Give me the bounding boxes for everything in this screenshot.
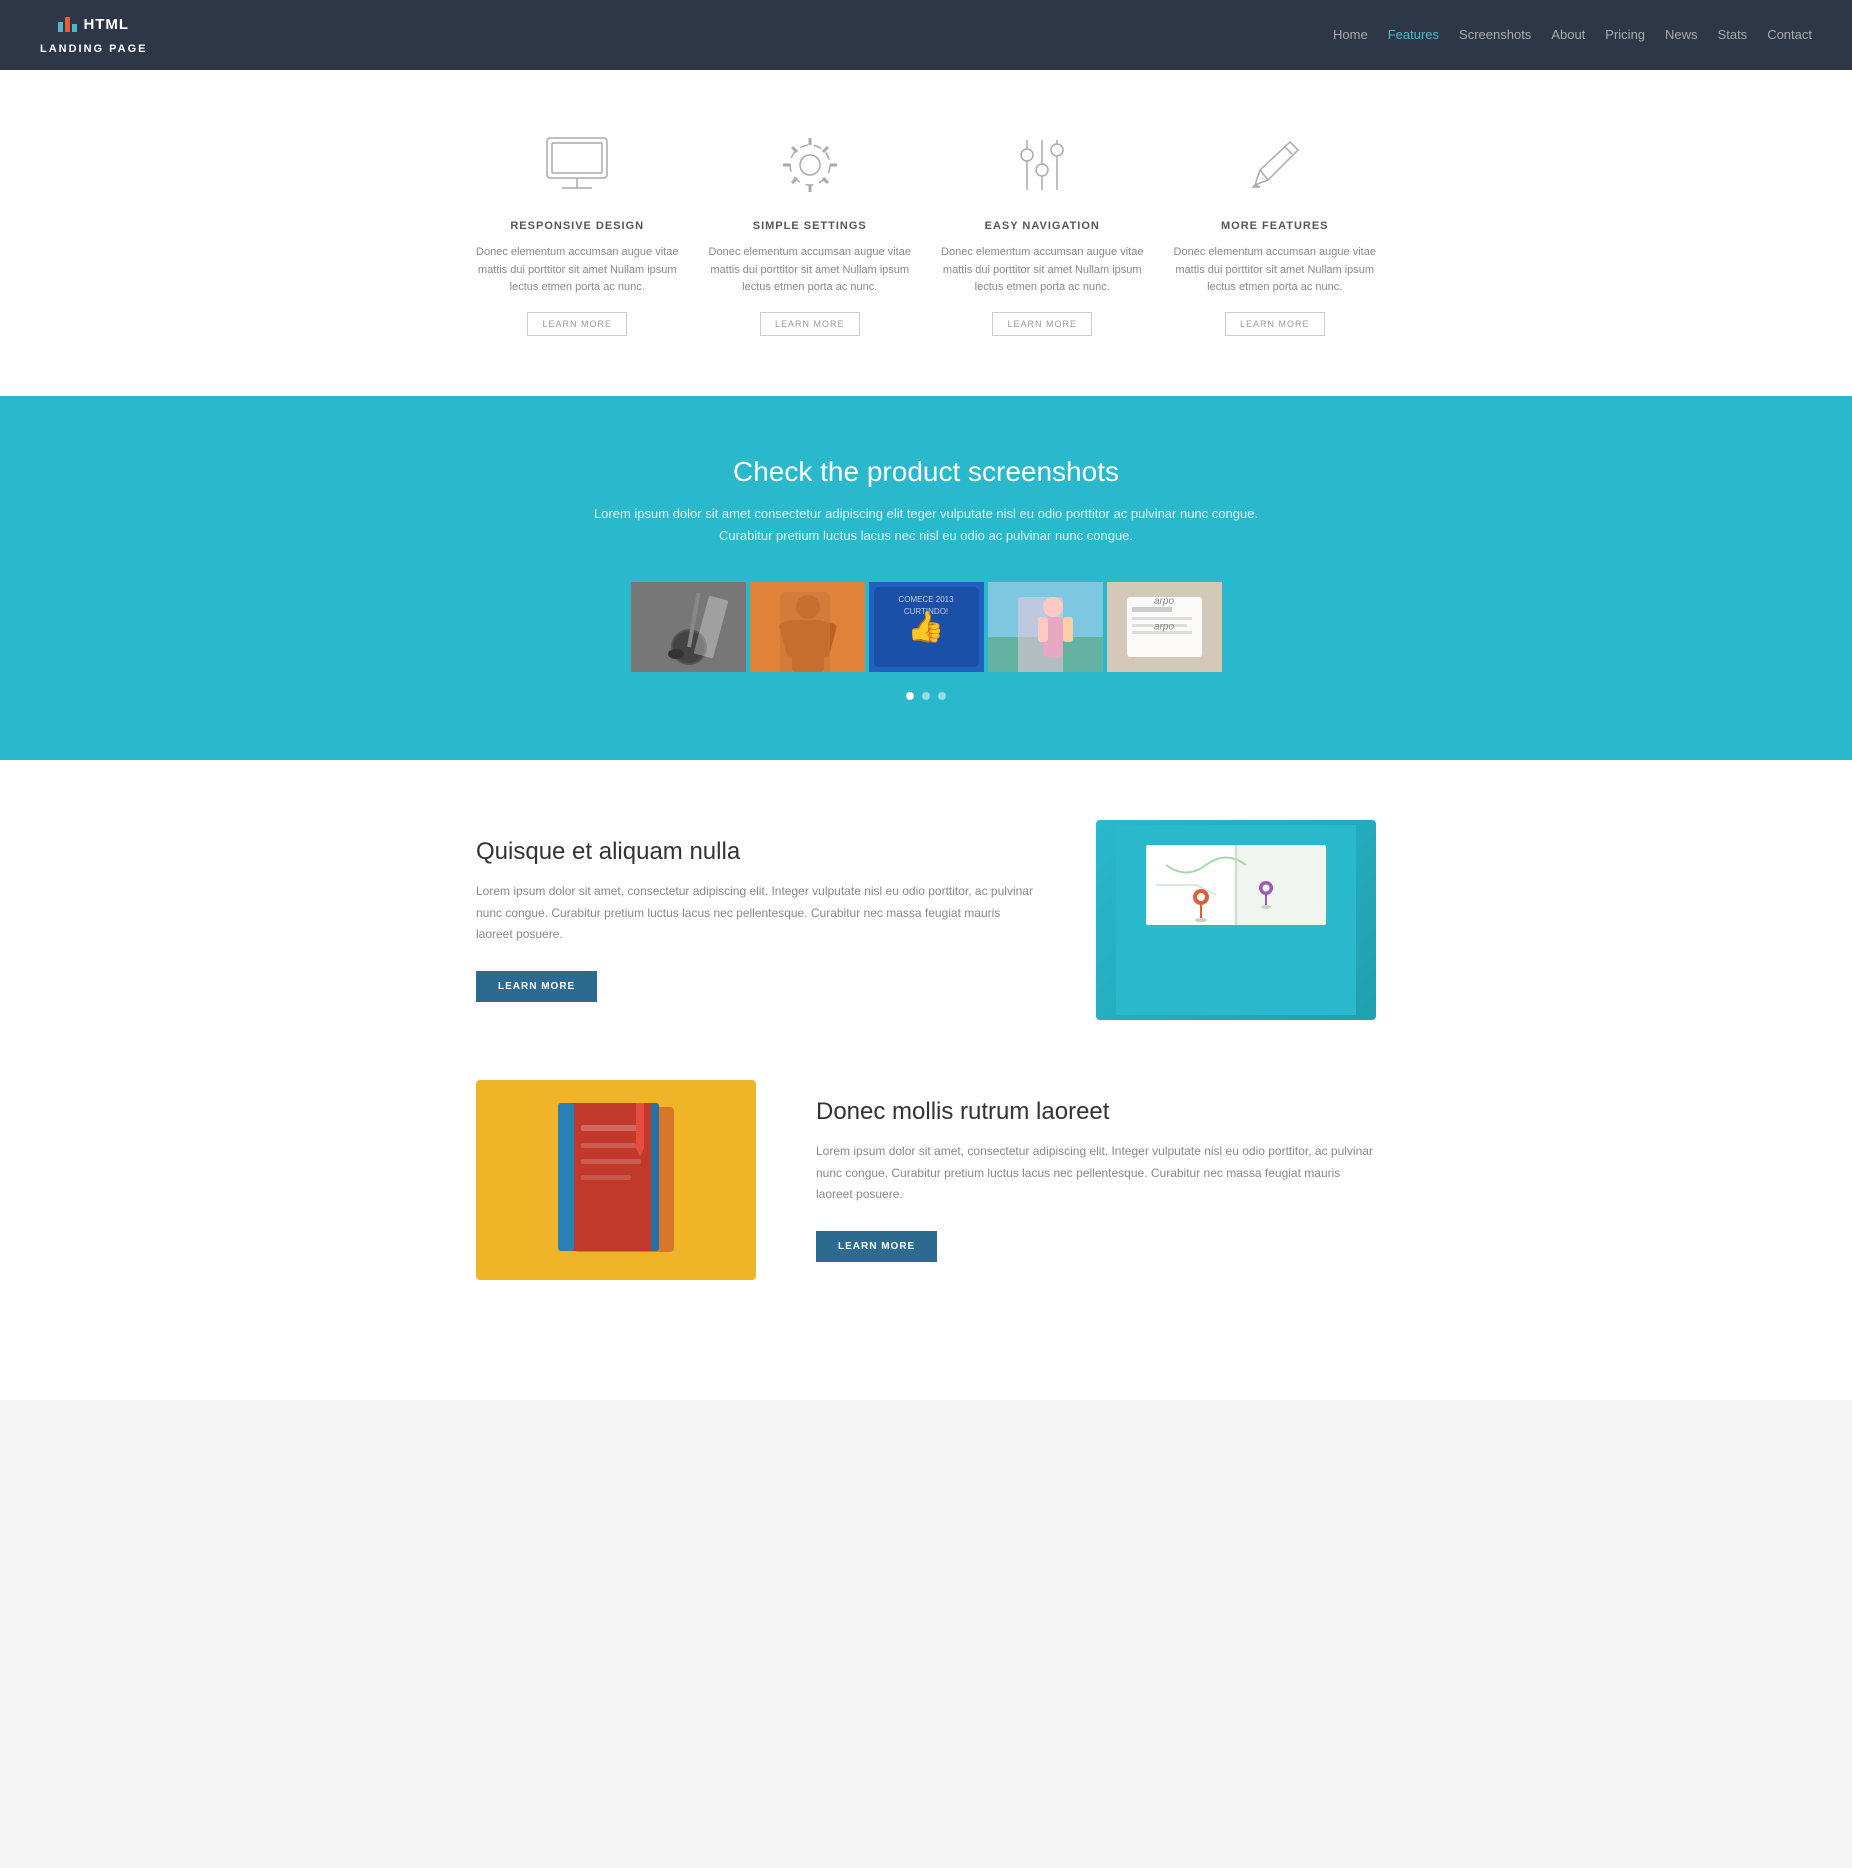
features-grid: RESPONSIVE DESIGN Donec elementum accums… — [476, 130, 1376, 336]
about-row-2: Donec mollis rutrum laoreet Lorem ipsum … — [476, 1080, 1376, 1280]
svg-text:👍: 👍 — [907, 609, 944, 644]
feature-1-text: Donec elementum accumsan augue vitae mat… — [476, 244, 679, 297]
nav-about[interactable]: About — [1551, 27, 1585, 42]
brand-logo: HTML LANDING PAGE — [40, 16, 148, 55]
nav-news[interactable]: News — [1665, 27, 1698, 42]
screenshots-section: Check the product screenshots Lorem ipsu… — [0, 396, 1852, 760]
feature-3-text: Donec elementum accumsan augue vitae mat… — [941, 244, 1144, 297]
about-content-2: Donec mollis rutrum laoreet Lorem ipsum … — [816, 1098, 1376, 1262]
brand-subtitle: LANDING PAGE — [40, 43, 148, 55]
about-title-1: Quisque et aliquam nulla — [476, 838, 1036, 866]
about-text-1: Lorem ipsum dolor sit amet, consectetur … — [476, 881, 1036, 946]
notebook-illustration — [476, 1080, 756, 1280]
about-section: Quisque et aliquam nulla Lorem ipsum dol… — [0, 760, 1852, 1400]
nav-screenshots[interactable]: Screenshots — [1459, 27, 1531, 42]
about-image-notebook — [476, 1080, 756, 1280]
gallery-item-3[interactable]: 👍 COMECE 2013 CURTINDO! — [869, 582, 984, 672]
feature-1-title: RESPONSIVE DESIGN — [476, 220, 679, 232]
svg-text:arpo: arpo — [1153, 596, 1173, 607]
nav-features[interactable]: Features — [1388, 27, 1439, 42]
brand-name: HTML — [83, 16, 129, 33]
feature-3-btn[interactable]: LEARN MORE — [992, 312, 1092, 336]
gallery-dots — [40, 692, 1812, 700]
feature-2-text: Donec elementum accumsan augue vitae mat… — [709, 244, 912, 297]
about-image-map — [1096, 820, 1376, 1020]
feature-3-title: EASY NAVIGATION — [941, 220, 1144, 232]
svg-text:COMECE 2013: COMECE 2013 — [898, 595, 954, 604]
gallery-item-5[interactable]: arpo — [1107, 582, 1222, 672]
screenshots-title: Check the product screenshots — [40, 456, 1812, 488]
feature-2-btn[interactable]: LEARN MORE — [760, 312, 860, 336]
gallery-dot-1[interactable] — [906, 692, 914, 700]
nav-stats[interactable]: Stats — [1718, 27, 1748, 42]
features-section: RESPONSIVE DESIGN Donec elementum accums… — [0, 70, 1852, 396]
navbar: HTML LANDING PAGE Home Features Screensh… — [0, 0, 1852, 70]
monitor-icon — [542, 130, 612, 200]
about-title-2: Donec mollis rutrum laoreet — [816, 1098, 1376, 1126]
feature-more: MORE FEATURES Donec elementum accumsan a… — [1174, 130, 1377, 336]
pencil-icon — [1240, 130, 1310, 200]
gallery-dot-3[interactable] — [938, 692, 946, 700]
nav-contact[interactable]: Contact — [1767, 27, 1812, 42]
feature-navigation: EASY NAVIGATION Donec elementum accumsan… — [941, 130, 1144, 336]
nav-menu: Home Features Screenshots About Pricing … — [1333, 26, 1812, 44]
feature-4-title: MORE FEATURES — [1174, 220, 1377, 232]
about-text-2: Lorem ipsum dolor sit amet, consectetur … — [816, 1141, 1376, 1206]
about-btn-2[interactable]: LEARN MORE — [816, 1231, 937, 1262]
feature-1-btn[interactable]: LEARN MORE — [527, 312, 627, 336]
gallery-dot-2[interactable] — [922, 692, 930, 700]
gallery-item-4[interactable] — [988, 582, 1103, 672]
about-row-1: Quisque et aliquam nulla Lorem ipsum dol… — [476, 820, 1376, 1020]
nav-home[interactable]: Home — [1333, 27, 1368, 42]
about-content-1: Quisque et aliquam nulla Lorem ipsum dol… — [476, 838, 1036, 1002]
sliders-icon — [1007, 130, 1077, 200]
gallery-item-2[interactable] — [750, 582, 865, 672]
feature-4-btn[interactable]: LEARN MORE — [1225, 312, 1325, 336]
svg-text:CURTINDO!: CURTINDO! — [903, 607, 947, 616]
brand-bars-icon — [58, 17, 77, 32]
gear-icon — [775, 130, 845, 200]
feature-settings: SIMPLE SETTINGS Donec elementum accumsan… — [709, 130, 912, 336]
feature-4-text: Donec elementum accumsan augue vitae mat… — [1174, 244, 1377, 297]
screenshots-desc: Lorem ipsum dolor sit amet consectetur a… — [40, 503, 1812, 547]
feature-responsive: RESPONSIVE DESIGN Donec elementum accums… — [476, 130, 679, 336]
about-btn-1[interactable]: LEARN MORE — [476, 971, 597, 1002]
nav-pricing[interactable]: Pricing — [1605, 27, 1645, 42]
gallery: 👍 COMECE 2013 CURTINDO! — [40, 582, 1812, 672]
gallery-item-1[interactable] — [631, 582, 746, 672]
map-illustration — [1096, 820, 1376, 1020]
feature-2-title: SIMPLE SETTINGS — [709, 220, 912, 232]
